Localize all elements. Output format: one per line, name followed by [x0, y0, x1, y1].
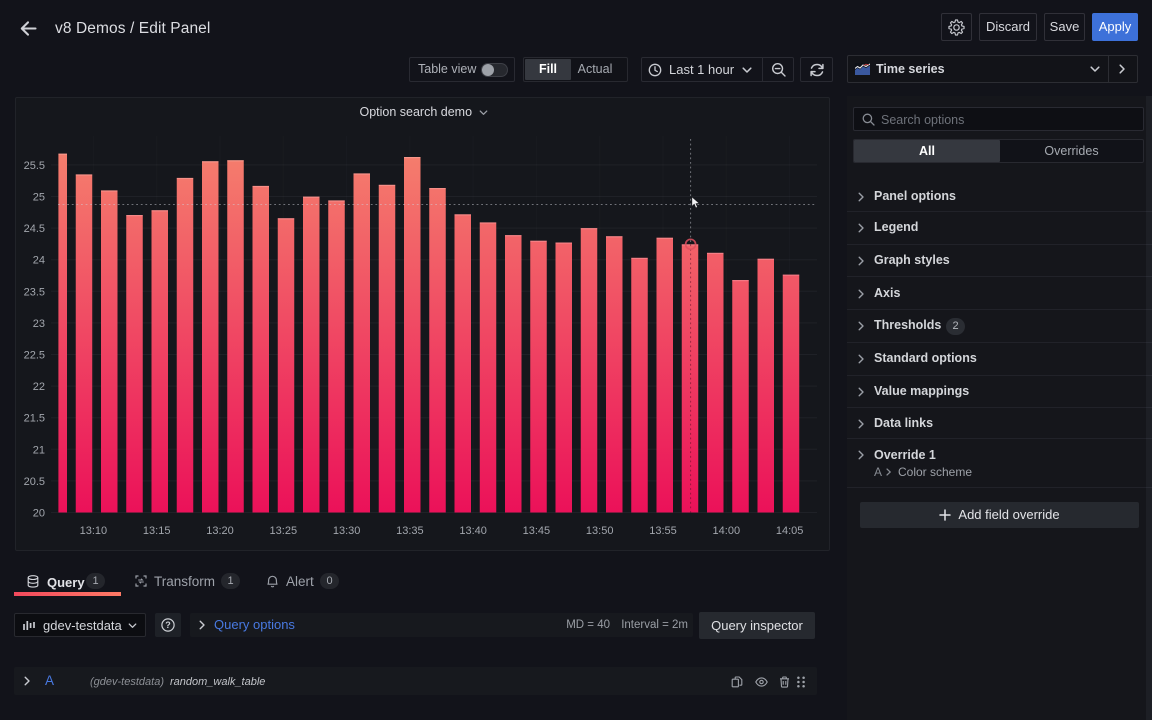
svg-text:13:15: 13:15: [143, 525, 171, 537]
svg-text:14:00: 14:00: [713, 525, 741, 537]
svg-text:20.5: 20.5: [24, 476, 45, 488]
svg-text:13:55: 13:55: [649, 525, 677, 537]
svg-text:13:35: 13:35: [396, 525, 424, 537]
svg-text:13:40: 13:40: [459, 525, 487, 537]
svg-text:14:05: 14:05: [776, 525, 804, 537]
svg-text:23.5: 23.5: [24, 286, 45, 298]
svg-text:22.5: 22.5: [24, 350, 45, 362]
svg-text:23: 23: [33, 318, 45, 330]
svg-text:13:10: 13:10: [80, 525, 108, 537]
svg-text:?: ?: [165, 620, 171, 630]
svg-text:24: 24: [33, 255, 45, 267]
svg-text:20: 20: [33, 508, 45, 520]
svg-text:24.5: 24.5: [24, 223, 45, 235]
svg-text:22: 22: [33, 381, 45, 393]
svg-text:25: 25: [33, 192, 45, 204]
svg-text:13:45: 13:45: [523, 525, 551, 537]
svg-text:13:20: 13:20: [206, 525, 234, 537]
svg-text:25.5: 25.5: [24, 160, 45, 172]
svg-text:13:25: 13:25: [270, 525, 298, 537]
svg-text:13:50: 13:50: [586, 525, 614, 537]
svg-text:13:30: 13:30: [333, 525, 361, 537]
svg-text:21: 21: [33, 444, 45, 456]
svg-text:21.5: 21.5: [24, 413, 45, 425]
